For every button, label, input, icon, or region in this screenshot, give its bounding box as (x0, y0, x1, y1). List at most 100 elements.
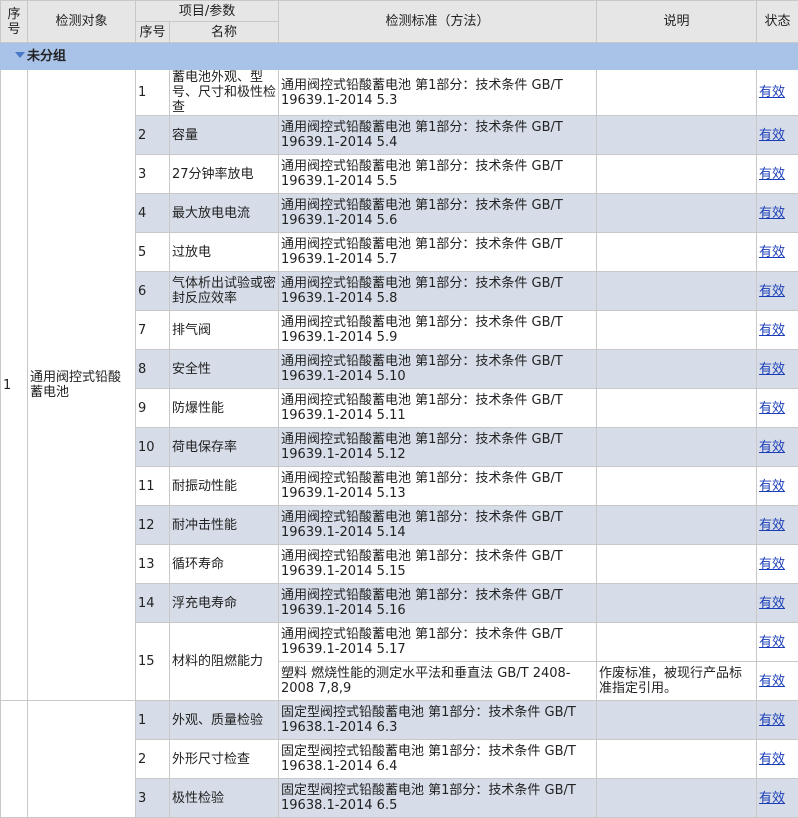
item-standard: 固定型阀控式铅酸蓄电池 第1部分：技术条件 GB/T 19638.1-2014 … (279, 779, 597, 818)
item-standard: 通用阀控式铅酸蓄电池 第1部分：技术条件 GB/T 19639.1-2014 5… (279, 350, 597, 389)
group-label: 未分组 (27, 49, 66, 64)
status-link[interactable]: 有效 (759, 674, 785, 689)
item-name: 27分钟率放电 (170, 155, 279, 194)
item-name: 循环寿命 (170, 545, 279, 584)
status-link[interactable]: 有效 (759, 128, 785, 143)
status-link[interactable]: 有效 (759, 479, 785, 494)
object-seq (1, 701, 28, 818)
item-no: 3 (136, 155, 170, 194)
item-note (597, 116, 757, 155)
status-link[interactable]: 有效 (759, 85, 785, 100)
item-no: 10 (136, 428, 170, 467)
item-name: 极性检验 (170, 779, 279, 818)
object-name: 通用阀控式铅酸蓄电池 (28, 70, 136, 701)
item-status-cell: 有效 (757, 701, 798, 740)
status-link[interactable]: 有效 (759, 362, 785, 377)
item-no: 9 (136, 389, 170, 428)
item-name: 蓄电池外观、型号、尺寸和极性检查 (170, 70, 279, 116)
item-no: 2 (136, 740, 170, 779)
item-standard: 通用阀控式铅酸蓄电池 第1部分：技术条件 GB/T 19639.1-2014 5… (279, 272, 597, 311)
item-note (597, 155, 757, 194)
status-link[interactable]: 有效 (759, 752, 785, 767)
header-project: 项目/参数 (136, 1, 279, 22)
item-status-cell: 有效 (757, 506, 798, 545)
status-link[interactable]: 有效 (759, 518, 785, 533)
item-standard: 通用阀控式铅酸蓄电池 第1部分：技术条件 GB/T 19639.1-2014 5… (279, 623, 597, 662)
item-name: 荷电保存率 (170, 428, 279, 467)
status-link[interactable]: 有效 (759, 284, 785, 299)
item-status-cell: 有效 (757, 155, 798, 194)
table-body: 未分组 1通用阀控式铅酸蓄电池1蓄电池外观、型号、尺寸和极性检查通用阀控式铅酸蓄… (1, 43, 798, 818)
item-standard: 通用阀控式铅酸蓄电池 第1部分：技术条件 GB/T 19639.1-2014 5… (279, 467, 597, 506)
item-no: 5 (136, 233, 170, 272)
status-link[interactable]: 有效 (759, 323, 785, 338)
item-name: 耐冲击性能 (170, 506, 279, 545)
status-link[interactable]: 有效 (759, 206, 785, 221)
item-no: 13 (136, 545, 170, 584)
status-link[interactable]: 有效 (759, 401, 785, 416)
status-link[interactable]: 有效 (759, 440, 785, 455)
item-name: 气体析出试验或密封反应效率 (170, 272, 279, 311)
item-status-cell: 有效 (757, 350, 798, 389)
item-no: 12 (136, 506, 170, 545)
header-sub-seq: 序号 (136, 22, 170, 43)
item-note (597, 311, 757, 350)
header-object: 检测对象 (28, 1, 136, 43)
item-name: 外形尺寸检查 (170, 740, 279, 779)
item-name: 容量 (170, 116, 279, 155)
item-no: 6 (136, 272, 170, 311)
status-link[interactable]: 有效 (759, 167, 785, 182)
item-name: 排气阀 (170, 311, 279, 350)
item-standard: 通用阀控式铅酸蓄电池 第1部分：技术条件 GB/T 19639.1-2014 5… (279, 584, 597, 623)
item-name: 过放电 (170, 233, 279, 272)
status-link[interactable]: 有效 (759, 635, 785, 650)
item-standard: 通用阀控式铅酸蓄电池 第1部分：技术条件 GB/T 19639.1-2014 5… (279, 311, 597, 350)
item-note (597, 70, 757, 116)
group-cell[interactable]: 未分组 (1, 43, 798, 70)
header-seq: 序号 (1, 1, 28, 43)
item-status-cell: 有效 (757, 116, 798, 155)
item-note (597, 623, 757, 662)
item-note (597, 233, 757, 272)
item-standard: 塑料 燃烧性能的测定水平法和垂直法 GB/T 2408-2008 7,8,9 (279, 662, 597, 701)
table-row: 1外观、质量检验固定型阀控式铅酸蓄电池 第1部分：技术条件 GB/T 19638… (1, 701, 798, 740)
status-link[interactable]: 有效 (759, 557, 785, 572)
item-standard: 通用阀控式铅酸蓄电池 第1部分：技术条件 GB/T 19639.1-2014 5… (279, 70, 597, 116)
item-standard: 通用阀控式铅酸蓄电池 第1部分：技术条件 GB/T 19639.1-2014 5… (279, 233, 597, 272)
triangle-down-icon[interactable] (15, 52, 25, 58)
item-status-cell: 有效 (757, 70, 798, 116)
status-link[interactable]: 有效 (759, 245, 785, 260)
object-name (28, 701, 136, 818)
item-status-cell: 有效 (757, 194, 798, 233)
group-row[interactable]: 未分组 (1, 43, 798, 70)
item-standard: 通用阀控式铅酸蓄电池 第1部分：技术条件 GB/T 19639.1-2014 5… (279, 428, 597, 467)
item-standard: 通用阀控式铅酸蓄电池 第1部分：技术条件 GB/T 19639.1-2014 5… (279, 506, 597, 545)
item-no: 2 (136, 116, 170, 155)
item-note (597, 467, 757, 506)
item-name: 材料的阻燃能力 (170, 623, 279, 701)
item-note (597, 545, 757, 584)
item-name: 最大放电电流 (170, 194, 279, 233)
header-status: 状态 (757, 1, 798, 43)
item-note (597, 701, 757, 740)
item-no: 8 (136, 350, 170, 389)
item-name: 耐振动性能 (170, 467, 279, 506)
item-standard: 通用阀控式铅酸蓄电池 第1部分：技术条件 GB/T 19639.1-2014 5… (279, 389, 597, 428)
item-standard: 固定型阀控式铅酸蓄电池 第1部分：技术条件 GB/T 19638.1-2014 … (279, 701, 597, 740)
status-link[interactable]: 有效 (759, 596, 785, 611)
object-seq: 1 (1, 70, 28, 701)
status-link[interactable]: 有效 (759, 713, 785, 728)
item-name: 浮充电寿命 (170, 584, 279, 623)
item-standard: 通用阀控式铅酸蓄电池 第1部分：技术条件 GB/T 19639.1-2014 5… (279, 194, 597, 233)
item-status-cell: 有效 (757, 662, 798, 701)
item-note (597, 350, 757, 389)
item-status-cell: 有效 (757, 545, 798, 584)
item-no: 15 (136, 623, 170, 701)
item-status-cell: 有效 (757, 311, 798, 350)
item-no: 7 (136, 311, 170, 350)
status-link[interactable]: 有效 (759, 791, 785, 806)
item-status-cell: 有效 (757, 467, 798, 506)
item-no: 11 (136, 467, 170, 506)
item-standard: 通用阀控式铅酸蓄电池 第1部分：技术条件 GB/T 19639.1-2014 5… (279, 155, 597, 194)
item-note (597, 272, 757, 311)
